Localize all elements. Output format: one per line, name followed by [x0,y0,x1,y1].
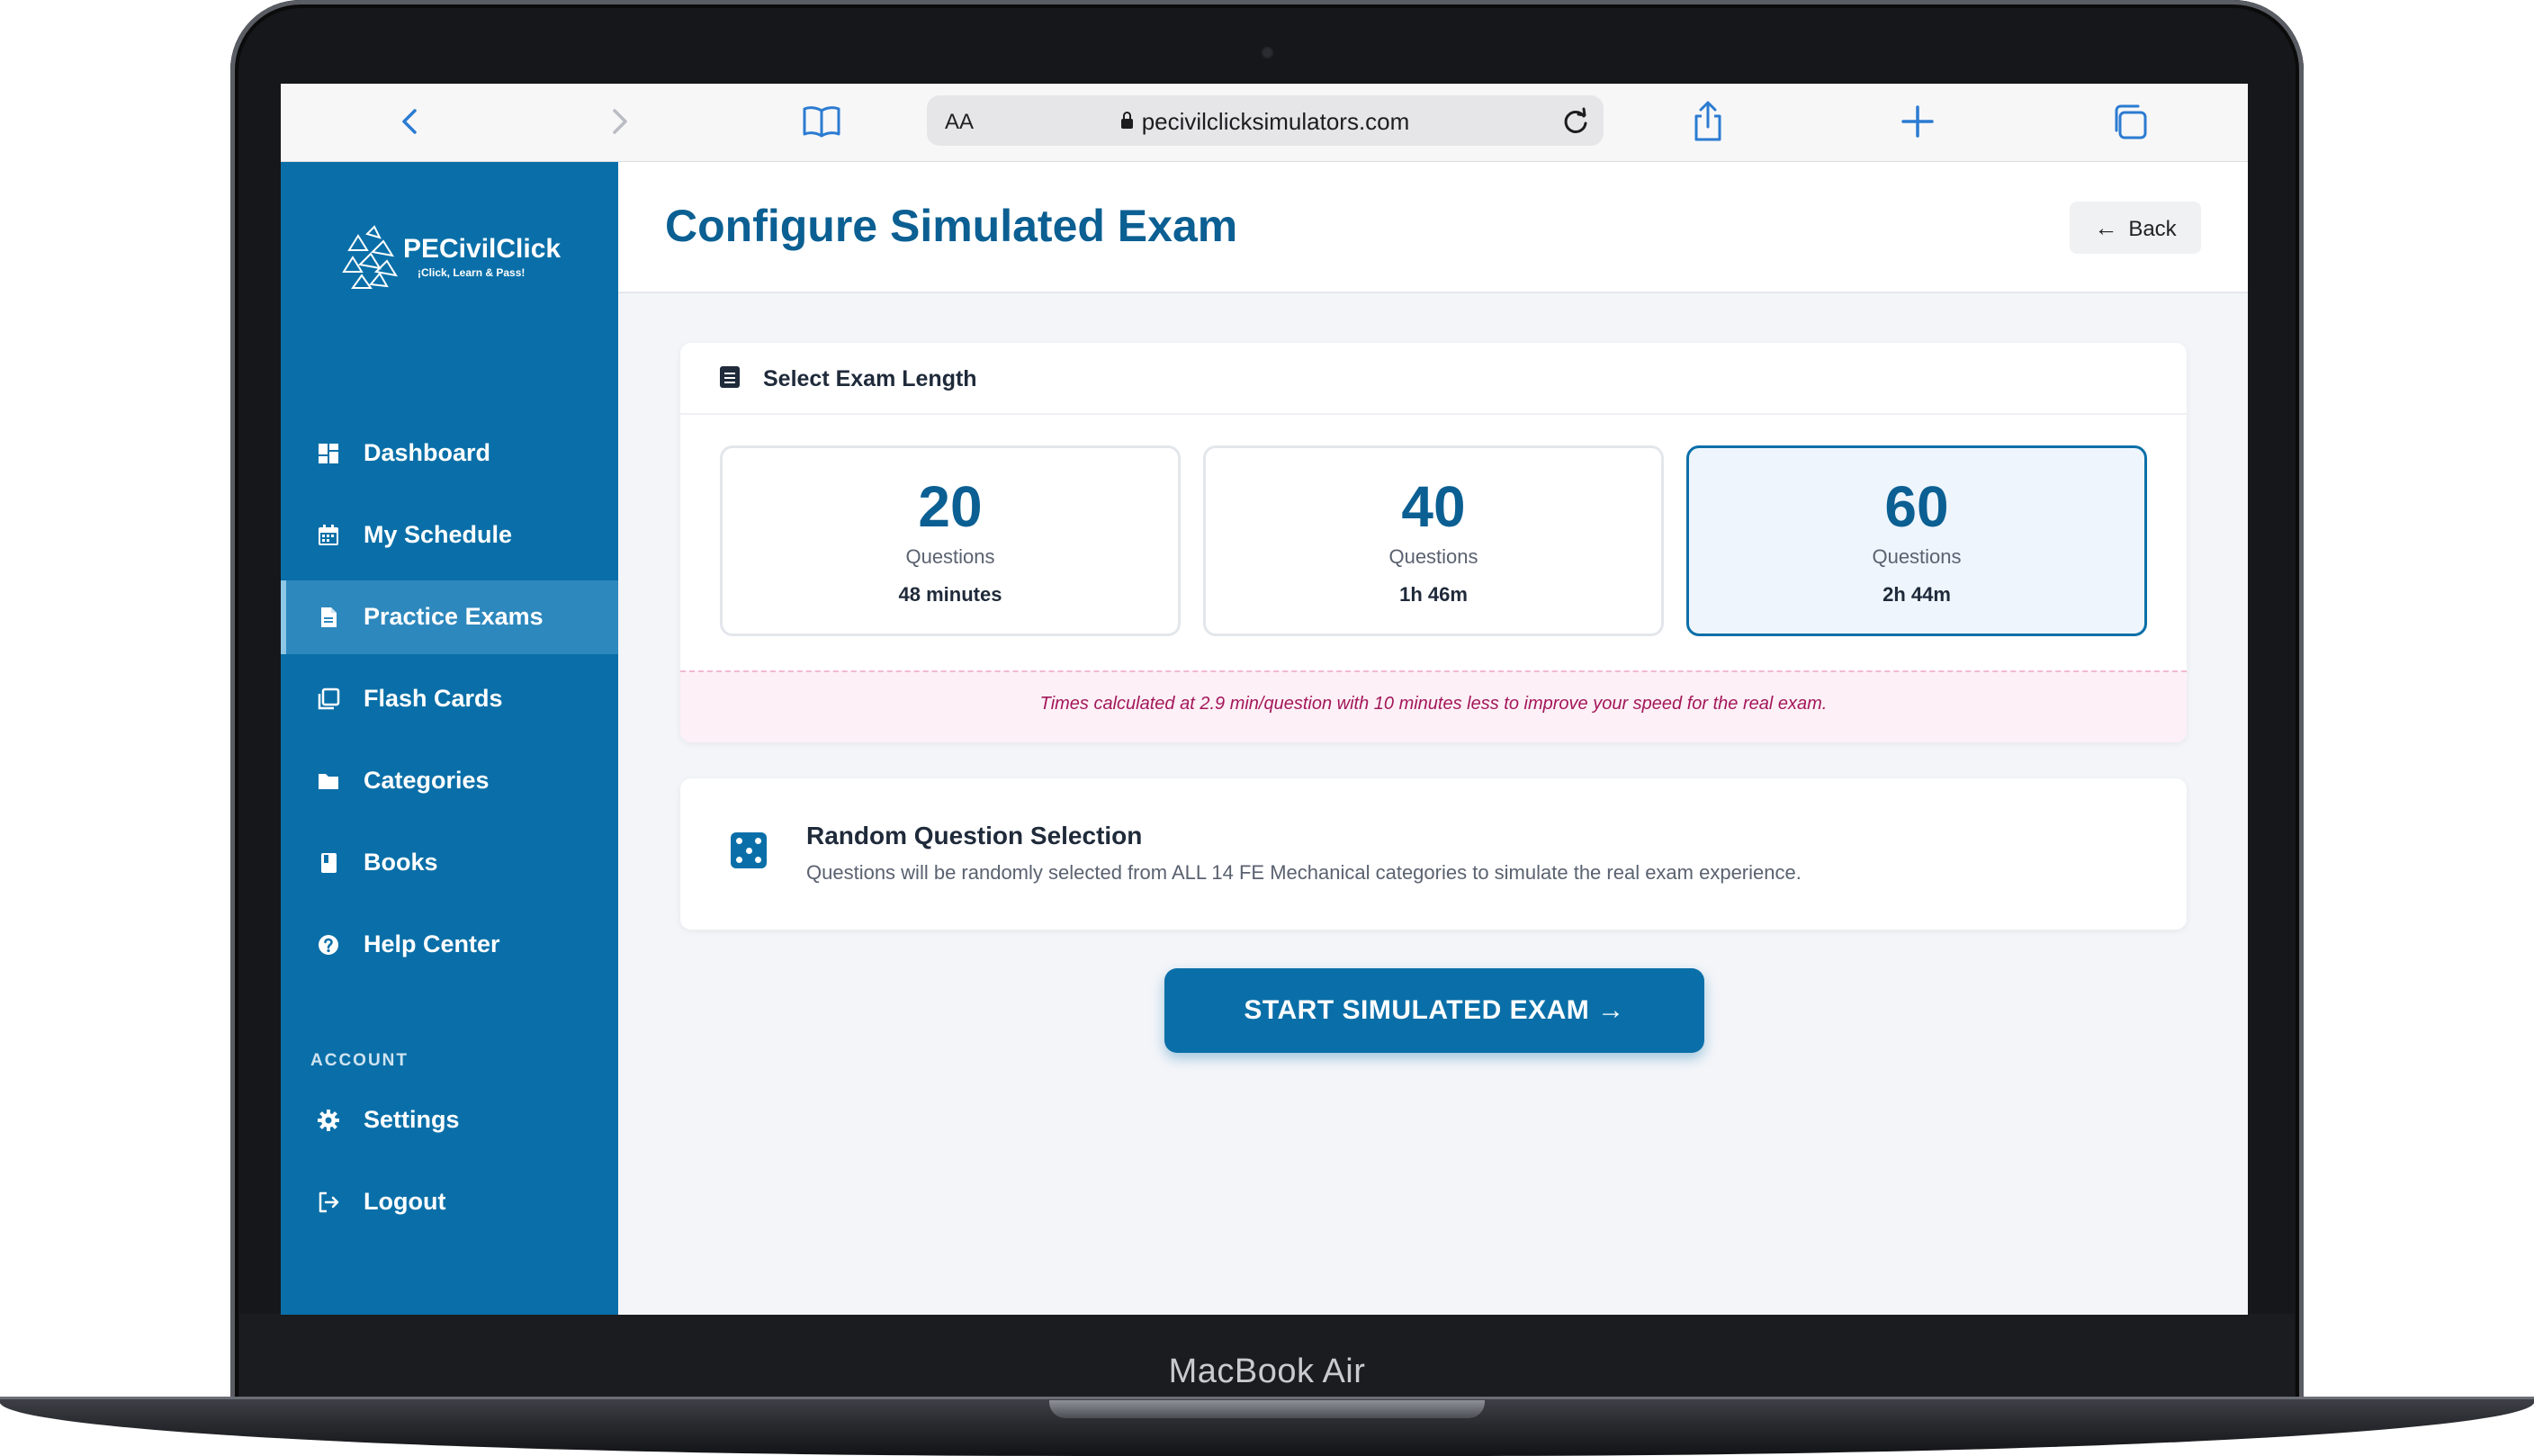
option-count: 20 [918,474,983,539]
arrow-left-icon: ← [2094,213,2118,241]
url-display: pecivilclicksimulators.com [927,108,1604,136]
sidebar-item-label: Practice Exams [364,603,544,630]
logo-mark-icon [342,225,399,289]
address-bar[interactable]: AA pecivilclicksimulators.com [927,95,1604,146]
calendar-icon [319,525,338,545]
sidebar-item-label: Flash Cards [364,685,503,712]
sidebar-item-label: My Schedule [364,521,513,548]
brand-logo[interactable]: PECivilClick ¡Click, Learn & Pass! [340,225,574,297]
browser-toolbar: AA pecivilclicksimulators.com [281,84,2248,162]
random-selection-title: Random Question Selection [806,822,1143,849]
random-selection-card: Random Question Selection Questions will… [680,778,2187,930]
start-exam-button[interactable]: START SIMULATED EXAM → [1164,968,1704,1053]
bookmarks-icon[interactable] [801,102,842,141]
folder-icon [319,774,338,789]
exam-length-option-40[interactable]: 40 Questions 1h 46m [1203,445,1664,636]
option-unit: Questions [1872,545,1962,568]
sidebar-item-label: Categories [364,767,490,794]
option-unit: Questions [1388,545,1478,568]
device-brand: MacBook Air [1168,1353,1366,1390]
random-selection-description: Questions will be randomly selected from… [806,861,1802,884]
back-button[interactable]: ← Back [2070,202,2201,254]
webcam [1261,46,1274,59]
logo-subtitle: ¡Click, Learn & Pass! [418,266,526,279]
sidebar-item-logout[interactable]: Logout [281,1165,618,1239]
option-time: 2h 44m [1883,583,1951,606]
exam-length-title: Select Exam Length [763,366,977,391]
option-time: 48 minutes [898,583,1002,606]
account-section-label: ACCOUNT [310,1051,409,1070]
option-count: 60 [1884,474,1949,539]
exam-length-option-60[interactable]: 60 Questions 2h 44m [1686,445,2147,636]
list-icon [720,366,740,388]
lock-icon [1120,112,1133,129]
timing-note: Times calculated at 2.9 min/question wit… [680,670,2187,742]
sidebar-item-help-center[interactable]: Help Center [281,908,618,982]
sidebar-item-label: Dashboard [364,439,491,466]
sidebar-item-dashboard[interactable]: Dashboard [281,417,618,490]
exam-length-option-20[interactable]: 20 Questions 48 minutes [720,445,1181,636]
gear-icon [318,1110,339,1131]
book-icon [321,853,337,873]
sidebar-item-label: Settings [364,1106,460,1133]
sidebar-item-label: Books [364,849,438,876]
dice-icon [731,832,767,868]
sidebar-item-categories[interactable]: Categories [281,744,618,818]
timing-note-text: Times calculated at 2.9 min/question wit… [1039,694,1828,714]
help-icon [319,935,338,955]
sidebar-item-label: Help Center [364,930,500,957]
option-time: 1h 46m [1399,583,1468,606]
option-count: 40 [1401,474,1466,539]
page-title: Configure Simulated Exam [665,201,1238,251]
share-icon[interactable] [1690,100,1726,143]
back-button-label: Back [2128,216,2177,241]
reload-icon[interactable] [1560,106,1591,137]
screen: AA pecivilclicksimulators.com PECivilCli… [281,84,2248,1315]
document-icon [321,607,337,627]
forward-icon[interactable] [601,103,637,139]
sidebar-item-practice-exams[interactable]: Practice Exams [281,580,618,654]
laptop-notch [1049,1400,1485,1418]
logout-icon [319,1191,339,1213]
sidebar-item-settings[interactable]: Settings [281,1083,618,1157]
back-icon[interactable] [392,103,428,139]
cards-icon [318,688,340,710]
new-tab-icon[interactable] [1900,104,1935,139]
sidebar-item-books[interactable]: Books [281,826,618,900]
dashboard-icon [319,444,338,463]
logo-title: PECivilClick [403,234,562,264]
exam-length-card: Select Exam Length 20 Questions 48 minut… [680,343,2187,742]
page-header: Configure Simulated Exam ← Back [618,162,2248,293]
tabs-icon[interactable] [2109,102,2149,141]
sidebar-item-label: Logout [364,1188,446,1215]
sidebar-item-flash-cards[interactable]: Flash Cards [281,662,618,736]
exam-length-card-header: Select Exam Length [680,343,2187,415]
url-text: pecivilclicksimulators.com [1141,108,1410,135]
sidebar-item-my-schedule[interactable]: My Schedule [281,499,618,572]
option-unit: Questions [905,545,995,568]
sidebar: PECivilClick ¡Click, Learn & Pass! Dashb… [281,162,618,1315]
